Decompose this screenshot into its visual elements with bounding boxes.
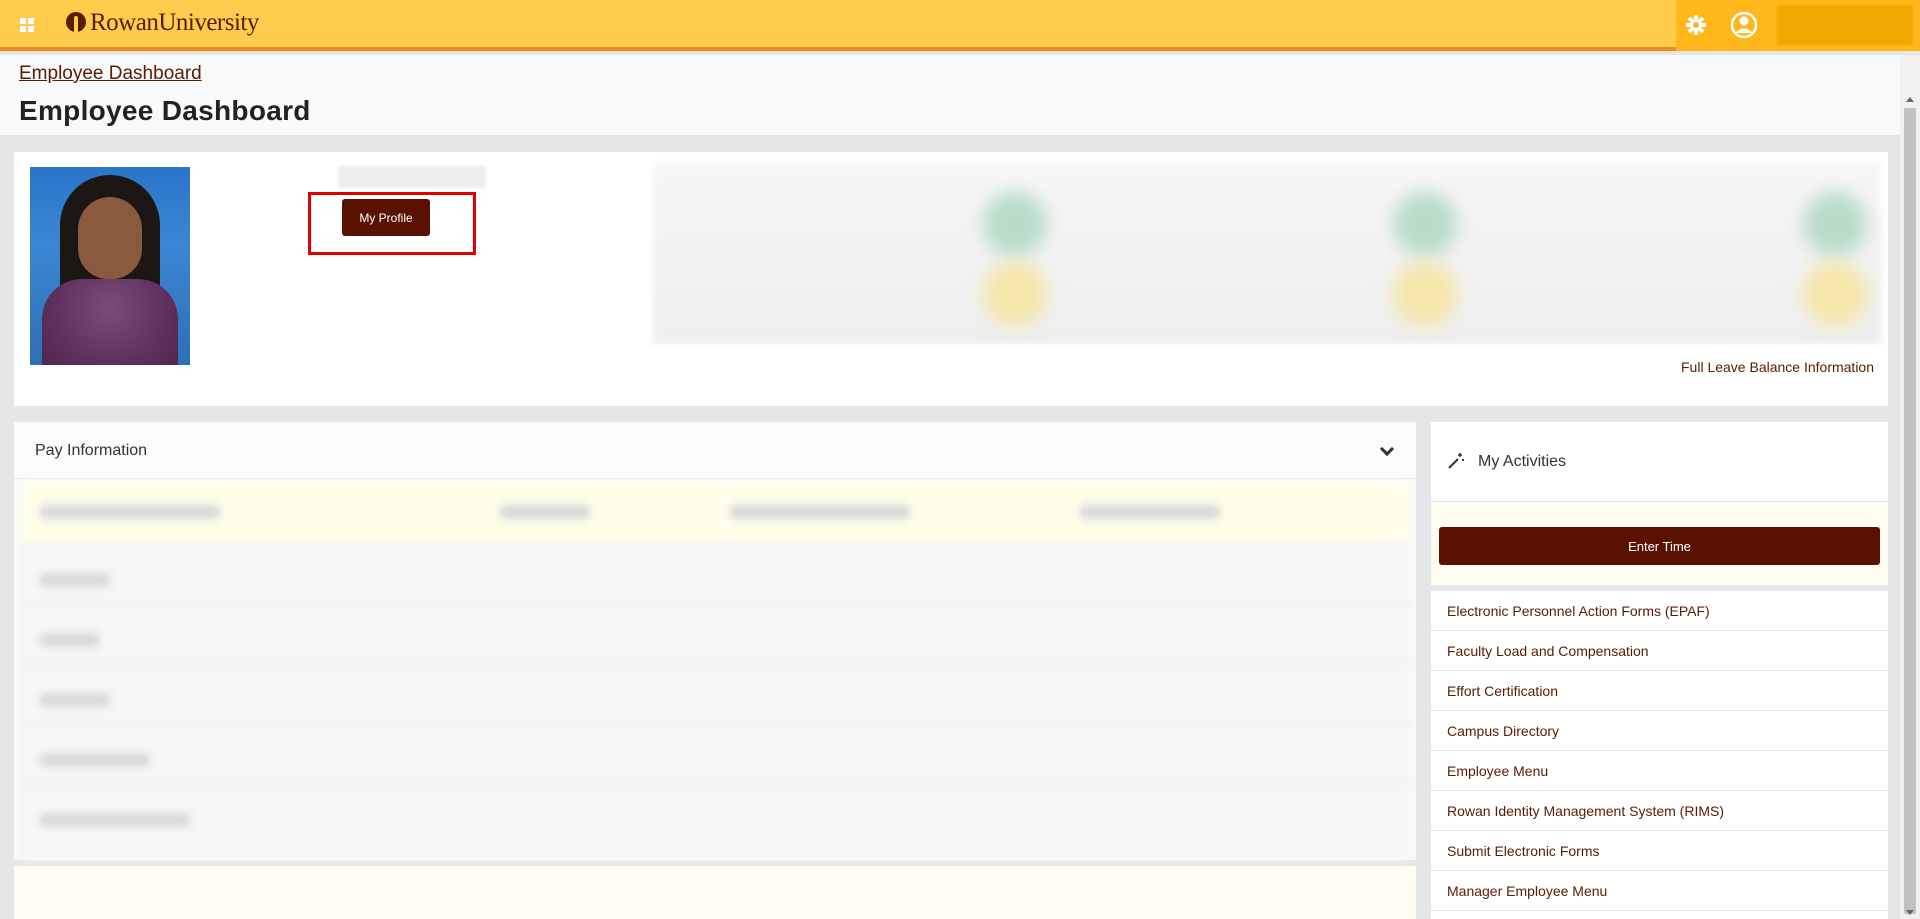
activity-link-employee-menu[interactable]: Employee Menu — [1431, 751, 1888, 791]
university-logo[interactable]: RowanUniversity — [66, 9, 259, 37]
activity-link-rims[interactable]: Rowan Identity Management System (RIMS) — [1431, 791, 1888, 831]
activity-link-faculty-load[interactable]: Faculty Load and Compensation — [1431, 631, 1888, 671]
gear-icon[interactable] — [1676, 0, 1716, 51]
activities-list: Electronic Personnel Action Forms (EPAF)… — [1431, 591, 1888, 911]
enter-time-area: Enter Time — [1431, 503, 1888, 585]
page-header: Employee Dashboard Employee Dashboard — [0, 55, 1900, 135]
my-activities-title: My Activities — [1478, 453, 1567, 470]
bottom-panel — [14, 866, 1416, 919]
my-profile-button[interactable]: My Profile — [342, 199, 430, 236]
activity-link-submit-forms[interactable]: Submit Electronic Forms — [1431, 831, 1888, 871]
activity-link-epaf[interactable]: Electronic Personnel Action Forms (EPAF) — [1431, 591, 1888, 631]
my-activities-panel: My Activities Enter Time Electronic Pers… — [1431, 422, 1888, 919]
user-name-blurred[interactable] — [1772, 0, 1920, 51]
torch-logo-icon — [66, 10, 86, 36]
logo-text: RowanUniversity — [90, 9, 259, 36]
pay-information-header[interactable]: Pay Information — [14, 422, 1416, 479]
enter-time-button[interactable]: Enter Time — [1439, 527, 1880, 565]
vertical-scrollbar[interactable] — [1900, 55, 1920, 919]
grid-icon[interactable] — [20, 18, 34, 32]
leave-balances-blurred — [653, 162, 1881, 344]
my-activities-header: My Activities — [1431, 422, 1888, 502]
profile-photo — [30, 167, 190, 365]
pay-information-panel: Pay Information — [14, 422, 1416, 860]
user-circle-icon[interactable] — [1716, 0, 1772, 51]
activity-link-effort-certification[interactable]: Effort Certification — [1431, 671, 1888, 711]
page-title: Employee Dashboard — [19, 95, 311, 126]
activity-link-campus-directory[interactable]: Campus Directory — [1431, 711, 1888, 751]
scroll-down-arrow-icon[interactable] — [1906, 910, 1914, 915]
top-header: RowanUniversity — [0, 0, 1920, 51]
scroll-up-arrow-icon[interactable] — [1906, 97, 1914, 102]
breadcrumb[interactable]: Employee Dashboard — [19, 63, 202, 85]
pay-information-blurred — [20, 481, 1410, 860]
full-leave-balance-link[interactable]: Full Leave Balance Information — [1681, 359, 1874, 375]
magic-wand-icon — [1448, 453, 1464, 469]
profile-card: My Profile Full Leave Balance Informatio… — [14, 152, 1888, 406]
scroll-thumb[interactable] — [1904, 108, 1916, 914]
chevron-down-icon[interactable] — [1379, 441, 1395, 457]
employee-name-blurred — [338, 166, 486, 188]
pay-information-title: Pay Information — [35, 442, 148, 459]
activity-link-manager-employee-menu[interactable]: Manager Employee Menu — [1431, 871, 1888, 911]
